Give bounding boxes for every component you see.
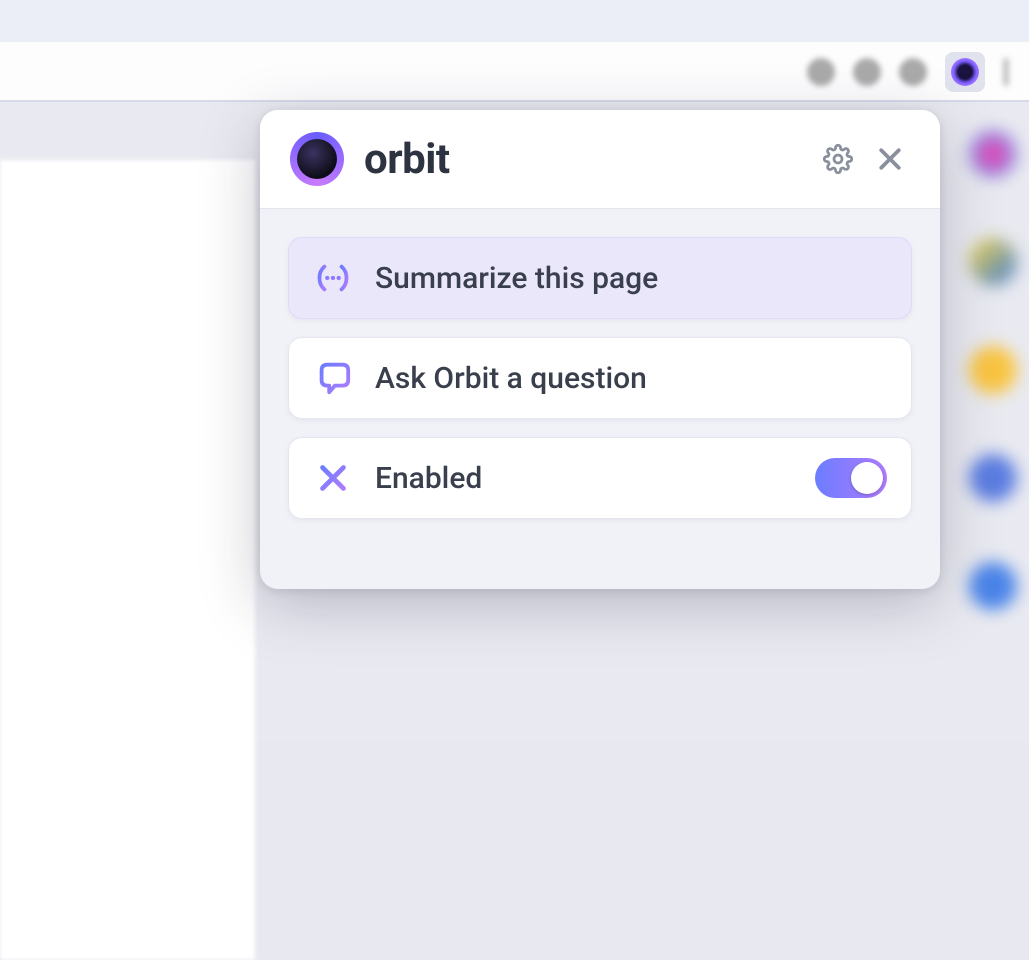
orbit-extension-button[interactable] [945, 52, 985, 92]
side-shortcut-1[interactable] [969, 238, 1017, 286]
extension-icon-3[interactable] [899, 58, 927, 86]
browser-menu-icon[interactable] [1003, 58, 1009, 86]
settings-button[interactable] [818, 139, 858, 179]
extension-icon-1[interactable] [807, 58, 835, 86]
page-content-blur [0, 160, 255, 960]
chat-bubble-icon [313, 358, 353, 398]
x-icon [313, 458, 353, 498]
gear-icon [823, 144, 853, 174]
summarize-label: Summarize this page [375, 261, 658, 296]
browser-side-column [963, 130, 1023, 610]
brand-name: orbit [364, 135, 450, 184]
orbit-logo-icon [951, 58, 979, 86]
profile-avatar[interactable] [969, 130, 1017, 178]
enabled-label: Enabled [375, 461, 815, 496]
orbit-popup: orbit [260, 110, 940, 589]
close-button[interactable] [870, 139, 910, 179]
ask-label: Ask Orbit a question [375, 361, 647, 396]
ask-question-button[interactable]: Ask Orbit a question [288, 337, 912, 419]
side-shortcut-2[interactable] [969, 346, 1017, 394]
extension-icons-group [807, 52, 1009, 92]
browser-tab-strip [0, 0, 1029, 42]
toggle-knob [851, 462, 883, 494]
close-icon [875, 144, 905, 174]
parentheses-dots-icon [313, 258, 353, 298]
orbit-logo-icon [290, 132, 344, 186]
side-shortcut-3[interactable] [969, 454, 1017, 502]
enabled-row: Enabled [288, 437, 912, 519]
side-shortcut-4[interactable] [969, 562, 1017, 610]
summarize-page-button[interactable]: Summarize this page [288, 237, 912, 319]
enabled-toggle[interactable] [815, 458, 887, 498]
browser-toolbar [0, 42, 1029, 102]
popup-header: orbit [260, 110, 940, 209]
popup-body: Summarize this page Ask Orbit a question [260, 209, 940, 589]
extension-icon-2[interactable] [853, 58, 881, 86]
